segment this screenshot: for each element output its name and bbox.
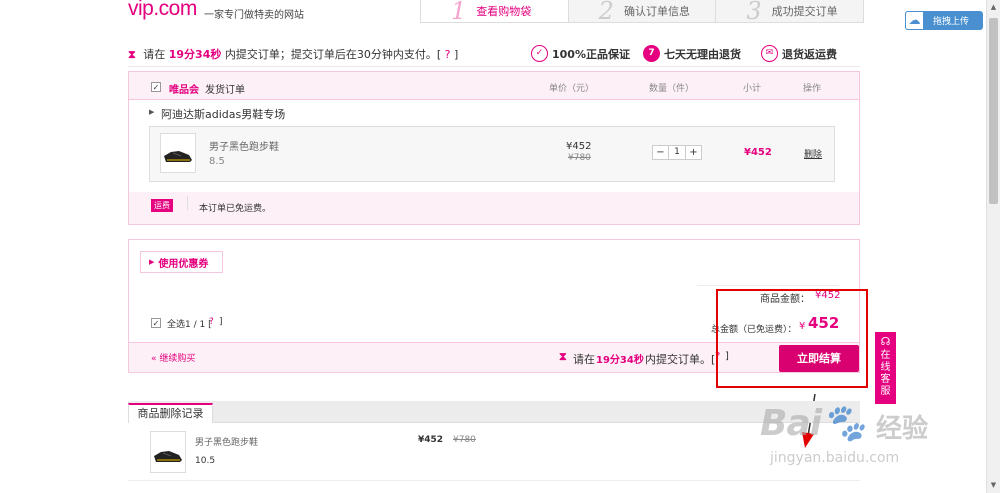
step-submit-success: 3 成功提交订单	[715, 0, 864, 25]
quantity-plus-button[interactable]: +	[686, 146, 701, 159]
step-label: 查看购物袋	[476, 5, 532, 18]
step-number: 1	[451, 0, 467, 25]
product-name[interactable]: 男子黑色跑步鞋	[209, 138, 279, 153]
step-label: 成功提交订单	[771, 5, 838, 18]
guarantee-return-shipping[interactable]: ✉ 退货返运费	[761, 45, 837, 62]
watermark-logo: Bai	[760, 403, 822, 444]
continue-shopping-link[interactable]: « 继续购买	[151, 351, 195, 364]
service-char: 在	[880, 350, 891, 361]
chevron-right-icon: ▶	[149, 258, 155, 266]
select-all-checkbox[interactable]: ✓	[151, 318, 161, 328]
cart-item: 男子黑色跑步鞋 8.5 ¥452 ¥780 − 1 + ¥452 删除	[149, 126, 835, 182]
delete-link[interactable]: 删除	[804, 147, 822, 160]
headset-icon: ☊	[880, 335, 891, 348]
deleted-product-size: 10.5	[195, 456, 216, 466]
quantity-stepper: − 1 +	[652, 145, 702, 160]
shipping-row: 运费 本订单已免运费。	[129, 192, 859, 224]
deleted-product-name[interactable]: 男子黑色跑步鞋	[195, 435, 258, 448]
shipping-text: 本订单已免运费。	[199, 204, 272, 214]
step-number: 3	[746, 0, 762, 25]
order-checkbox[interactable]: ✓	[151, 82, 161, 92]
scroll-up-icon[interactable]: ▲	[987, 0, 1000, 14]
scroll-down-icon[interactable]: ▼	[987, 478, 1000, 492]
timer-prefix: 请在	[143, 48, 166, 61]
unit-price: ¥452	[566, 141, 592, 152]
deleted-items-tabbar: 商品删除记录	[128, 401, 860, 423]
watermark-url: jingyan.baidu.com	[770, 450, 900, 466]
timer-close-bracket: ]	[454, 48, 459, 61]
quantity-minus-button[interactable]: −	[653, 146, 668, 159]
deleted-unit-price: ¥452	[418, 435, 444, 445]
footer-timer-suffix: 内提交订单。[	[645, 353, 716, 366]
service-char: 线	[880, 362, 891, 373]
upload-label: 拖拽上传	[933, 17, 970, 27]
seven-day-icon: 7	[643, 45, 660, 62]
step-confirm-order: 2 确认订单信息	[567, 0, 716, 25]
deleted-item-row: 男子黑色跑步鞋 10.5 ¥452 ¥780	[128, 423, 860, 481]
return-shipping-icon: ✉	[761, 45, 778, 62]
guarantee-label: 100%正品保证	[552, 47, 630, 61]
step-view-cart: 1 查看购物袋	[421, 0, 568, 25]
expand-arrow-icon[interactable]: ▶	[149, 108, 154, 116]
watermark-cn: 经验	[876, 414, 929, 444]
paw-icon: 🐾	[821, 403, 866, 444]
guarantee-label: 七天无理由退货	[664, 47, 741, 61]
highlight-box	[716, 289, 868, 388]
slogan: 一家专门做特卖的网站	[204, 10, 304, 21]
cloud-icon: ☁	[905, 11, 924, 30]
coupon-label: 使用优惠券	[158, 258, 209, 270]
checkout-steps: 1 查看购物袋 2 确认订单信息 3 成功提交订单	[420, 0, 864, 23]
step-label: 确认订单信息	[623, 5, 690, 18]
original-price: ¥780	[568, 153, 591, 163]
shop-name[interactable]: 阿迪达斯adidas男鞋专场	[161, 106, 285, 122]
hourglass-icon: ⧗	[128, 48, 136, 61]
quantity-input[interactable]: 1	[668, 146, 686, 159]
item-subtotal: ¥452	[744, 147, 772, 158]
use-coupon-button[interactable]: ▶ 使用优惠券	[140, 251, 223, 273]
col-quantity: 数量（件）	[649, 84, 695, 94]
order-title: 发货订单	[205, 85, 245, 96]
shield-icon: ✓	[531, 45, 548, 62]
order-panel: ✓ 唯品会 发货订单 单价（元） 数量（件） 小计 操作 ▶ 阿迪达斯adida…	[128, 71, 860, 225]
guarantee-seven-day[interactable]: 7 七天无理由退货	[643, 45, 741, 62]
col-unit-price: 单价（元）	[549, 84, 595, 94]
timer-suffix: 内提交订单；提交订单后在30分钟内支付。[	[224, 48, 442, 61]
col-actions: 操作	[803, 84, 822, 94]
divider	[128, 66, 860, 67]
hourglass-icon: ⧗	[559, 350, 567, 363]
select-all-close: ]	[219, 317, 223, 327]
order-header: ✓ 唯品会 发货订单 单价（元） 数量（件） 小计 操作	[129, 72, 859, 100]
select-all-label: 全选1 / 1 [	[167, 320, 212, 330]
scrollbar-thumb[interactable]	[989, 18, 998, 204]
shipping-badge: 运费	[151, 199, 173, 212]
product-thumbnail[interactable]	[160, 133, 196, 173]
footer-timer-countdown: 19分34秒	[596, 355, 644, 366]
guarantee-label: 退货返运费	[782, 47, 837, 61]
product-size: 8.5	[209, 156, 225, 167]
order-brand: 唯品会	[169, 85, 199, 96]
baidu-jingyan-watermark: Bai🐾 经验 jingyan.baidu.com	[760, 402, 928, 466]
service-char: 服	[880, 386, 891, 397]
step-number: 2	[598, 0, 614, 25]
select-all-help-link[interactable]: ?	[209, 317, 214, 327]
online-service-button[interactable]: ☊ 在 线 客 服	[875, 332, 896, 404]
vip-logo[interactable]: vip.com	[128, 0, 197, 21]
guarantee-authentic[interactable]: ✓ 100%正品保证	[531, 45, 630, 62]
service-char: 客	[880, 374, 891, 385]
divider	[697, 285, 839, 286]
deleted-original-price: ¥780	[453, 435, 476, 445]
timer-help-link[interactable]: ?	[445, 48, 451, 61]
submit-timer: ⧗ 请在 19分34秒 内提交订单；提交订单后在30分钟内支付。[ ? ]	[128, 46, 458, 62]
product-thumbnail[interactable]	[150, 431, 186, 473]
footer-timer-prefix: 请在	[573, 353, 595, 366]
timer-countdown: 19分34秒	[168, 48, 222, 61]
col-subtotal: 小计	[743, 84, 762, 94]
drag-upload-button[interactable]: ☁ 拖拽上传	[905, 11, 983, 30]
tab-deleted-items[interactable]: 商品删除记录	[128, 403, 213, 423]
divider	[187, 196, 188, 210]
vertical-scrollbar[interactable]: ▲ ▼	[986, 0, 1000, 493]
